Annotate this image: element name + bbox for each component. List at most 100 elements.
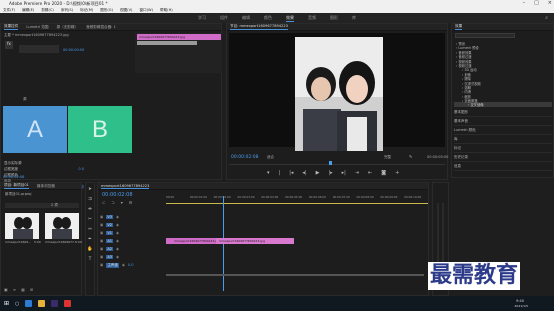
menu-item-5[interactable]: 图形(G) bbox=[100, 8, 113, 13]
menu-item-0[interactable]: 文件(F) bbox=[3, 8, 15, 13]
razor-tool-icon[interactable]: ✂ bbox=[88, 217, 92, 222]
menu-item-3[interactable]: 序列(S) bbox=[61, 8, 73, 13]
quality-select[interactable]: 完整 bbox=[384, 155, 391, 160]
master-value[interactable]: 0.0 bbox=[128, 263, 134, 267]
track-lock-icon[interactable]: ▣ bbox=[100, 231, 103, 235]
project-tab-0[interactable]: 项目: 新项目01 bbox=[4, 183, 29, 189]
program-ruler[interactable] bbox=[229, 161, 445, 165]
hand-tool-icon[interactable]: ✋ bbox=[87, 247, 93, 252]
ec-tab-1[interactable]: Lumetri 范围 bbox=[26, 25, 48, 30]
track-lock-icon[interactable]: ▣ bbox=[100, 247, 103, 251]
track-eye-icon[interactable]: ◉ bbox=[116, 255, 119, 259]
program-tab[interactable]: 节目: mmexport1609677894223 bbox=[230, 24, 288, 30]
step-forward-icon[interactable]: ▸| bbox=[342, 170, 346, 176]
windows-start-icon[interactable]: ⊞ bbox=[4, 300, 9, 307]
ec-tab-0[interactable]: 效果控件 bbox=[4, 24, 19, 30]
search-taskbar-icon[interactable]: ○ bbox=[15, 301, 19, 307]
linked-icon[interactable]: ⊃ bbox=[111, 200, 114, 205]
track-lock-icon[interactable]: ▣ bbox=[100, 255, 103, 259]
master-clip-label[interactable]: 主要 * mmexport1609677894223.jpg bbox=[4, 33, 69, 38]
track-eye-icon[interactable]: ◉ bbox=[116, 215, 119, 219]
new-item-icon[interactable]: ⊞ bbox=[30, 287, 33, 292]
track-label[interactable]: V3 bbox=[106, 215, 113, 219]
timeline-clip-2[interactable]: mmexport1609677894223.jpg bbox=[216, 238, 294, 244]
insert-icon[interactable]: ⇥ bbox=[355, 170, 359, 176]
list-view-icon[interactable]: ≡ bbox=[13, 287, 16, 292]
track-lock-icon[interactable]: ▣ bbox=[100, 215, 103, 219]
track-eye-icon[interactable]: ◉ bbox=[116, 231, 119, 235]
project-thumb-2[interactable] bbox=[45, 213, 79, 239]
ec-tab-2[interactable]: 源（无剪辑） bbox=[57, 25, 79, 30]
track-label[interactable]: A1 bbox=[106, 239, 113, 243]
menu-item-4[interactable]: 标记(M) bbox=[80, 8, 93, 13]
effects-footer-item[interactable]: 历史记录 bbox=[454, 153, 552, 162]
timeline-tab[interactable]: mmexport1609677894223 bbox=[101, 184, 150, 189]
track-select-icon[interactable]: ⇉ bbox=[88, 197, 92, 202]
minimize-icon[interactable]: – bbox=[523, 0, 526, 6]
track-eye-icon[interactable]: ◉ bbox=[122, 263, 125, 267]
effects-footer-item[interactable]: 基本图形 bbox=[454, 108, 552, 117]
timeline-clip[interactable]: mmexport1609677894223.jpg mmexport160967… bbox=[166, 238, 294, 244]
project-search-input[interactable] bbox=[5, 203, 79, 208]
program-timecode[interactable]: 00:00:02:08 bbox=[231, 155, 258, 160]
overwrite-icon[interactable]: ⇤ bbox=[368, 170, 372, 176]
timeline-timecode[interactable]: 00:00:02:08 bbox=[102, 192, 133, 198]
effects-tab[interactable]: 效果 bbox=[455, 24, 463, 30]
effects-search-input[interactable] bbox=[455, 33, 515, 38]
rewind-icon[interactable]: ◂| bbox=[302, 170, 306, 176]
fx-icon[interactable]: fx bbox=[5, 41, 13, 49]
search-icon[interactable]: ⌕ bbox=[545, 15, 548, 21]
workspace-tab-6[interactable]: 图形 bbox=[330, 15, 338, 21]
type-tool-icon[interactable]: T bbox=[89, 257, 92, 262]
folder-icon[interactable] bbox=[38, 300, 46, 307]
workspace-tab-2[interactable]: 编辑 bbox=[242, 15, 250, 21]
track-lock-icon[interactable]: ▣ bbox=[100, 223, 103, 227]
marker-icon[interactable]: ▾ bbox=[121, 200, 123, 205]
menu-item-1[interactable]: 编辑(E) bbox=[22, 8, 34, 13]
mark-out-icon[interactable]: | bbox=[279, 170, 281, 176]
track-label[interactable]: 主声道 bbox=[106, 262, 119, 268]
track-label[interactable]: A3 bbox=[106, 255, 113, 259]
ec-tab-3[interactable]: 音频剪辑混合器: 1 bbox=[86, 25, 116, 30]
close-icon[interactable]: × bbox=[548, 0, 552, 6]
track-eye-icon[interactable]: ◉ bbox=[116, 247, 119, 251]
timeline-scrollbar[interactable] bbox=[166, 274, 424, 276]
icon-view-icon[interactable]: ▦ bbox=[21, 287, 25, 292]
pen-tool-icon[interactable]: ✒ bbox=[88, 237, 92, 242]
effects-footer-item[interactable]: 库 bbox=[454, 135, 552, 144]
effects-list-item[interactable]: › 交叉划像 bbox=[454, 102, 552, 107]
lock-icon[interactable]: ▣ bbox=[4, 287, 8, 292]
slip-tool-icon[interactable]: ↔ bbox=[88, 227, 92, 232]
edge-icon[interactable] bbox=[25, 300, 33, 307]
forward-icon[interactable]: |▸ bbox=[328, 170, 332, 176]
settings-icon[interactable]: ⚙ bbox=[129, 200, 133, 205]
effects-footer-item[interactable]: Lumetri 颜色 bbox=[454, 126, 552, 135]
program-viewer[interactable] bbox=[229, 33, 445, 151]
menu-item-7[interactable]: 窗口(W) bbox=[139, 8, 153, 13]
ec-clip-bar[interactable]: mmexport1609677894223.jpg bbox=[137, 34, 221, 40]
track-eye-icon[interactable]: ◉ bbox=[116, 223, 119, 227]
plus-icon[interactable]: + bbox=[395, 170, 399, 176]
menu-item-2[interactable]: 剪辑(C) bbox=[41, 8, 54, 13]
track-lock-icon[interactable]: ▣ bbox=[100, 263, 103, 267]
ec-transition-bar[interactable] bbox=[137, 41, 197, 45]
effects-footer-item[interactable]: 基本声音 bbox=[454, 117, 552, 126]
selection-tool-icon[interactable]: ➤ bbox=[88, 187, 92, 192]
premiere-icon[interactable] bbox=[51, 300, 59, 307]
app-icon[interactable] bbox=[64, 300, 72, 307]
workspace-tab-7[interactable]: 库 bbox=[352, 15, 356, 21]
track-lock-icon[interactable]: ▣ bbox=[100, 239, 103, 243]
effects-footer-item[interactable]: 信息 bbox=[454, 162, 552, 171]
workspace-tab-4[interactable]: 效果 bbox=[286, 15, 294, 22]
camera-icon[interactable]: ◙ bbox=[381, 170, 386, 176]
track-eye-icon[interactable]: ◉ bbox=[116, 239, 119, 243]
workspace-tab-1[interactable]: 组件 bbox=[220, 15, 228, 21]
workspace-tab-0[interactable]: 学习 bbox=[198, 15, 206, 21]
project-thumb-1[interactable] bbox=[5, 213, 39, 239]
maximize-icon[interactable]: □ bbox=[534, 0, 539, 6]
ripple-edit-icon[interactable]: ⇼ bbox=[88, 207, 92, 212]
workspace-tab-3[interactable]: 颜色 bbox=[264, 15, 272, 21]
mark-in-icon[interactable]: ▾ bbox=[267, 170, 270, 176]
track-label[interactable]: V1 bbox=[106, 231, 113, 235]
fit-select[interactable]: 适合 bbox=[267, 155, 274, 160]
